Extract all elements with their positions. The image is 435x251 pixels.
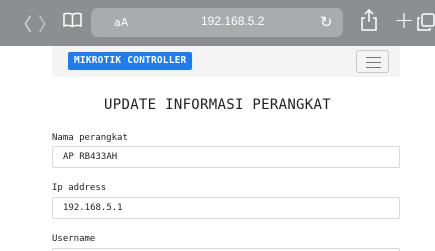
ip-address-label: Ip address (52, 183, 107, 193)
menu-toggle-button[interactable] (356, 50, 389, 73)
username-label: Username (52, 234, 96, 244)
page-title: UPDATE INFORMASI PERANGKAT (104, 97, 331, 113)
new-tab-icon[interactable]: + (394, 6, 414, 34)
hamburger-line (366, 62, 381, 64)
back-arrow-icon[interactable]: 〈 (14, 11, 32, 37)
text-size-button[interactable]: aA (114, 16, 128, 29)
navbar-brand[interactable]: MIKROTIK CONTROLLER (68, 52, 193, 70)
device-name-input[interactable]: AP RB433AH (52, 146, 400, 168)
reload-icon[interactable]: ↻ (320, 13, 333, 31)
device-name-label: Nama perangkat (52, 133, 128, 143)
tabs-overview-icon[interactable] (417, 13, 435, 31)
share-icon[interactable] (360, 9, 378, 31)
hamburger-line (366, 57, 381, 59)
address-text[interactable]: 192.168.5.2 (201, 14, 264, 28)
hamburger-line (366, 67, 381, 69)
forward-arrow-icon[interactable]: 〉 (38, 11, 56, 37)
bookmarks-icon[interactable] (63, 12, 82, 28)
ip-address-input[interactable]: 192.168.5.1 (52, 197, 400, 219)
